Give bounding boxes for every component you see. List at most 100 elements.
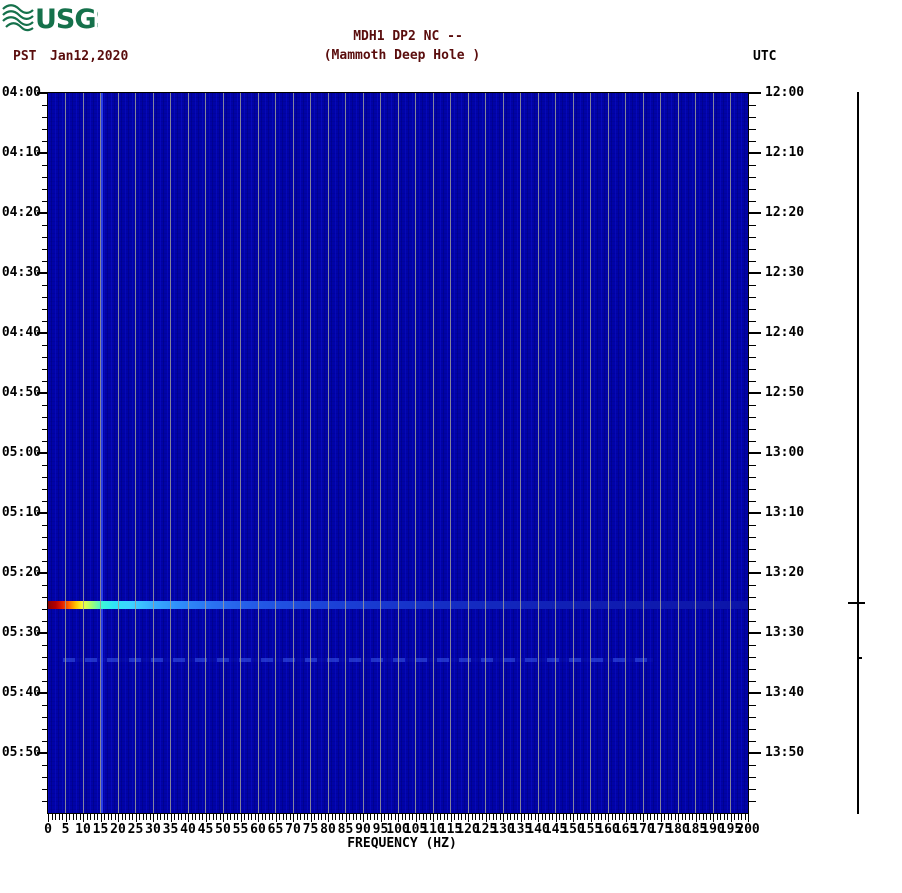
freq-tick: [261, 814, 263, 820]
right-axis-label: 12:20: [765, 205, 805, 220]
left-axis-minor-tick: [42, 525, 47, 526]
right-axis-minor-tick: [749, 405, 756, 406]
freq-tick: [184, 814, 186, 820]
freq-tick: [191, 814, 193, 820]
left-axis-minor-tick: [42, 777, 47, 778]
freq-tick: [198, 814, 200, 820]
freq-tick: [48, 814, 49, 822]
left-axis-label: 04:40: [1, 325, 41, 340]
freq-tick: [307, 814, 308, 820]
left-axis-minor-tick: [42, 609, 47, 610]
gridline: [152, 93, 154, 813]
freq-tick: [114, 814, 116, 820]
right-axis-major-tick: [749, 692, 761, 694]
left-axis-label: 04:00: [1, 85, 41, 100]
freq-tick: [79, 814, 81, 820]
freq-tick: [520, 814, 522, 822]
freq-tick: [734, 814, 735, 820]
left-axis-minor-tick: [42, 225, 47, 226]
left-axis-minor-tick: [42, 537, 47, 538]
freq-tick: [170, 814, 172, 822]
left-axis-minor-tick: [42, 789, 47, 790]
right-axis-minor-tick: [749, 501, 756, 502]
right-axis-minor-tick: [749, 597, 756, 598]
freq-tick: [356, 814, 357, 820]
right-axis-label: 12:40: [765, 325, 805, 340]
right-axis-minor-tick: [749, 357, 756, 358]
right-axis-minor-tick: [749, 681, 756, 682]
right-axis-minor-tick: [749, 549, 756, 550]
timezone-left-label: PST: [13, 49, 37, 64]
freq-tick: [618, 814, 620, 820]
trace-minor-blip: [857, 657, 862, 659]
right-axis-minor-tick: [749, 465, 756, 466]
freq-tick: [559, 814, 560, 820]
freq-tick: [100, 814, 102, 822]
freq-tick: [149, 814, 151, 820]
freq-tick: [58, 814, 60, 820]
freq-tick: [706, 814, 707, 820]
freq-tick: [265, 814, 266, 820]
usgs-wave-icon: USGS: [2, 4, 115, 35]
freq-tick: [412, 814, 413, 820]
left-axis-minor-tick: [42, 105, 47, 106]
right-axis-minor-tick: [749, 777, 756, 778]
freq-tick: [597, 814, 599, 820]
freq-tick: [695, 814, 697, 822]
freq-tick-label: 80: [320, 822, 336, 837]
left-axis-minor-tick: [42, 465, 47, 466]
right-axis-major-tick: [749, 572, 761, 574]
freq-tick: [321, 814, 322, 820]
freq-tick: [146, 814, 147, 820]
left-axis-minor-tick: [42, 597, 47, 598]
freq-tick: [419, 814, 420, 820]
freq-tick: [188, 814, 189, 822]
freq-tick: [506, 814, 508, 820]
left-axis-label: 05:20: [1, 565, 41, 580]
right-axis-minor-tick: [749, 477, 756, 478]
right-axis-label: 13:10: [765, 505, 805, 520]
freq-tick: [202, 814, 203, 820]
left-axis-minor-tick: [42, 309, 47, 310]
right-axis-minor-tick: [749, 165, 756, 166]
right-axis-minor-tick: [749, 177, 756, 178]
freq-tick: [289, 814, 291, 820]
right-axis-label: 13:20: [765, 565, 805, 580]
freq-tick: [377, 814, 378, 820]
freq-tick: [723, 814, 725, 820]
freq-tick: [328, 814, 329, 822]
gridline: [240, 93, 241, 813]
freq-tick: [216, 814, 217, 820]
freq-tick: [391, 814, 392, 820]
gridline: [485, 93, 486, 813]
right-axis-major-tick: [749, 272, 761, 274]
gridline: [730, 93, 731, 813]
freq-tick: [254, 814, 256, 820]
freq-tick: [317, 814, 319, 820]
right-axis-major-tick: [749, 392, 761, 394]
right-axis-minor-tick: [749, 369, 756, 370]
right-axis-minor-tick: [749, 717, 756, 718]
freq-tick: [279, 814, 280, 820]
right-axis-minor-tick: [749, 429, 756, 430]
freq-tick: [562, 814, 564, 820]
freq-tick: [632, 814, 634, 820]
freq-tick: [587, 814, 588, 820]
freq-tick: [699, 814, 700, 820]
freq-tick: [275, 814, 277, 822]
freq-tick: [510, 814, 511, 820]
freq-tick: [142, 814, 144, 820]
right-axis-minor-tick: [749, 705, 756, 706]
right-axis-minor-tick: [749, 309, 756, 310]
freq-tick-label: 10: [75, 822, 91, 837]
freq-tick: [524, 814, 525, 820]
freq-tick: [132, 814, 133, 820]
freq-tick: [247, 814, 249, 820]
freq-tick-label: 25: [127, 822, 144, 837]
left-axis-minor-tick: [42, 765, 47, 766]
freq-tick: [461, 814, 462, 820]
left-axis-minor-tick: [42, 585, 47, 586]
right-axis-minor-tick: [749, 141, 756, 142]
left-axis-minor-tick: [42, 369, 47, 370]
right-axis-minor-tick: [749, 657, 756, 658]
